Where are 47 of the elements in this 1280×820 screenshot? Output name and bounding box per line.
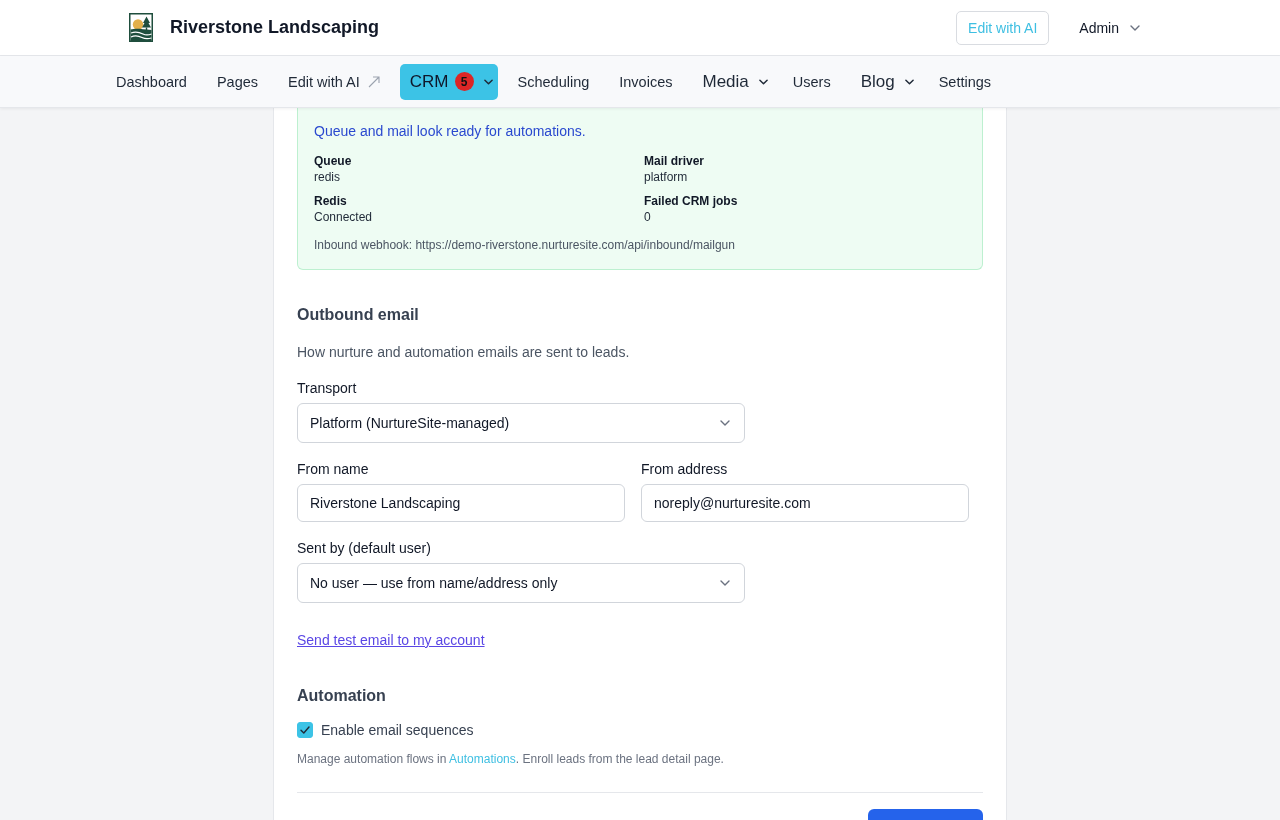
field-label: Sent by (default user)	[297, 539, 431, 558]
chevron-down-icon	[904, 78, 914, 85]
checkbox[interactable]	[297, 722, 313, 738]
section-description: How nurture and automation emails are sent to leads.	[297, 344, 630, 360]
section-heading: Outbound email	[297, 306, 419, 323]
nav-link[interactable]: Invoices	[609, 63, 683, 100]
field-label: Failed CRM jobs	[644, 193, 738, 209]
nav-menu-button[interactable]: Media	[692, 63, 773, 100]
field-value: Connected	[314, 209, 373, 225]
select-field[interactable]: Platform (NurtureSite-managed)	[297, 403, 745, 443]
landscape-logo-icon	[129, 13, 153, 42]
field-value: redis	[314, 169, 340, 185]
nav-link[interactable]: Dashboard	[106, 63, 197, 100]
nav-menu-button[interactable]: CRM 5	[399, 63, 498, 100]
select-field[interactable]: No user — use from name/address only	[297, 563, 745, 603]
field-value: platform	[644, 169, 688, 185]
user-menu-button[interactable]: Admin	[1079, 19, 1140, 36]
nav-link[interactable]: Scheduling	[507, 63, 600, 100]
chevron-down-icon	[720, 420, 730, 426]
nav-link[interactable]: Users	[782, 63, 841, 100]
field-value: 0	[644, 209, 651, 225]
field-label: From name	[297, 460, 369, 479]
brand-name: Riverstone Landscaping	[170, 17, 380, 38]
field-label: Transport	[297, 379, 357, 398]
nav-link[interactable]: Settings	[928, 63, 1002, 100]
chevron-down-icon	[720, 580, 730, 586]
chevron-down-icon	[1130, 24, 1140, 31]
field-label: Queue	[314, 153, 352, 169]
checkbox-label: Enable email sequences	[321, 722, 474, 738]
help-text: Manage automation flows in Automations. Enroll leads from the lead detail page.	[297, 752, 724, 766]
checkmark-icon	[300, 726, 310, 734]
field-label: Redis	[314, 193, 347, 209]
nav-link[interactable]: Pages	[206, 63, 269, 100]
text-field[interactable]: noreply@nurturesite.com	[641, 484, 969, 522]
section-heading: Automation	[297, 687, 386, 704]
count-badge: 5	[454, 72, 474, 91]
chevron-down-icon	[758, 78, 768, 85]
send-test-email-link[interactable]: Send test email to my account	[297, 632, 485, 648]
field-label: From address	[641, 460, 728, 479]
nav-link[interactable]: Edit with AI	[278, 63, 390, 100]
text-field[interactable]: Riverstone Landscaping	[297, 484, 625, 522]
field-label: Mail driver	[644, 153, 705, 169]
webhook-text: Inbound webhook: https://demo-riverstone.nurturesite.com/api/inbound/mailgun	[314, 238, 735, 252]
arrow-up-right-icon	[367, 75, 380, 88]
chevron-down-icon	[483, 78, 493, 85]
status-message: Queue and mail look ready for automations.	[314, 123, 586, 139]
nav-menu-button[interactable]: Blog	[850, 63, 919, 100]
